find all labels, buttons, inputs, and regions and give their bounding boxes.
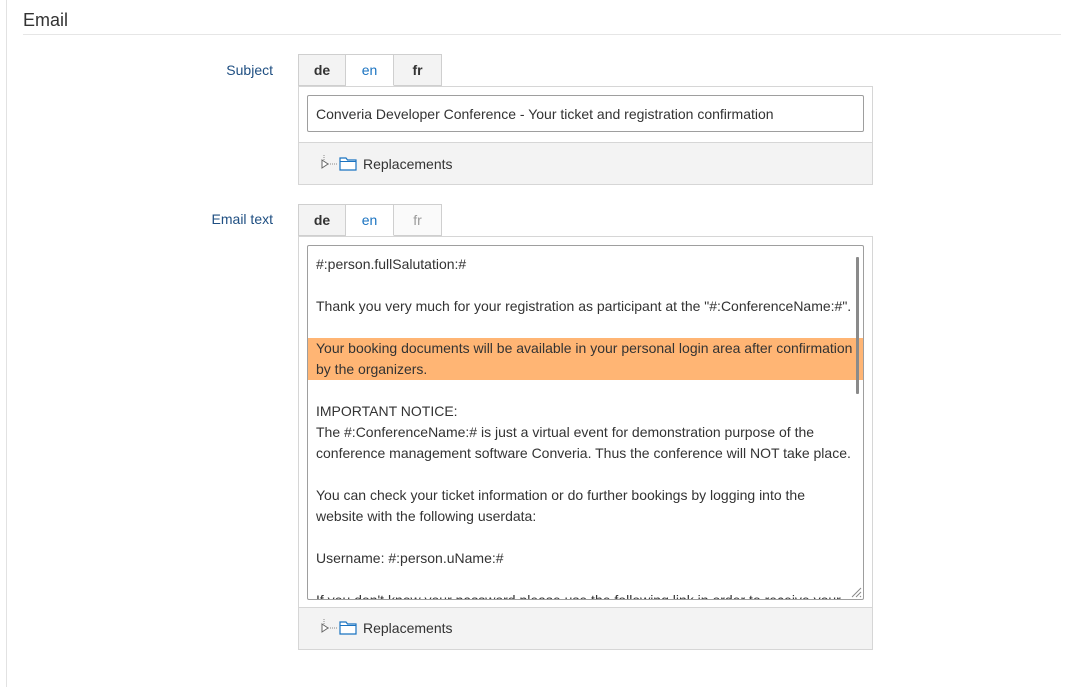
text-line [316,527,858,548]
subject-tab-fr[interactable]: fr [394,54,442,86]
text-line [316,569,858,590]
section-divider [23,34,1061,35]
text-line: conference management software Converia.… [316,445,851,461]
editor-scrollbar[interactable] [856,257,859,394]
highlighted-text-line: Your booking documents will be available… [308,338,863,359]
subject-label: Subject [226,62,273,78]
email-text-content: #:person.fullSalutation:# Thank you very … [308,254,863,600]
left-divider [6,0,7,687]
subject-language-tabs: de en fr [298,54,442,87]
email-text-tab-en[interactable]: en [346,204,394,236]
text-line: Username: #:person.uName:# [316,550,504,566]
subject-tab-de[interactable]: de [298,54,346,86]
text-line [316,275,858,296]
section-title: Email [23,10,69,30]
email-text-panel: #:person.fullSalutation:# Thank you very … [298,236,873,650]
email-text-editor[interactable]: #:person.fullSalutation:# Thank you very … [307,245,864,600]
email-text-tab-de[interactable]: de [298,204,346,236]
subject-replacements-toggle[interactable]: Replacements [321,153,453,175]
resize-grip-icon[interactable] [850,586,862,598]
email-text-area: #:person.fullSalutation:# Thank you very … [299,237,872,608]
text-line: The #:ConferenceName:# is just a virtual… [316,424,815,440]
email-text-replacements-toggle[interactable]: Replacements [321,617,453,639]
text-line [316,317,858,338]
text-line: Thank you very much for your registratio… [316,298,852,314]
text-line: If you don't know your password please u… [316,592,841,600]
tree-expand-icon [321,155,337,169]
email-text-replacements-label: Replacements [363,620,453,636]
text-line [316,380,858,401]
subject-panel: Replacements [298,86,873,185]
subject-input-area [299,87,872,143]
text-line: You can check your ticket information or… [316,487,805,503]
subject-tab-en[interactable]: en [346,54,394,86]
email-text-language-tabs: de en fr [298,204,442,237]
folder-icon [339,157,357,171]
text-line: #:person.fullSalutation:# [316,256,467,272]
highlighted-text-line: by the organizers. [308,359,863,380]
email-text-tab-fr[interactable]: fr [394,204,442,236]
text-line: IMPORTANT NOTICE: [316,403,458,419]
subject-replacements-label: Replacements [363,156,453,172]
folder-icon [339,621,357,635]
tree-expand-icon [321,619,337,633]
subject-input[interactable] [307,95,864,132]
text-line [316,464,858,485]
email-text-label: Email text [211,211,273,227]
text-line: website with the following userdata: [316,508,537,524]
